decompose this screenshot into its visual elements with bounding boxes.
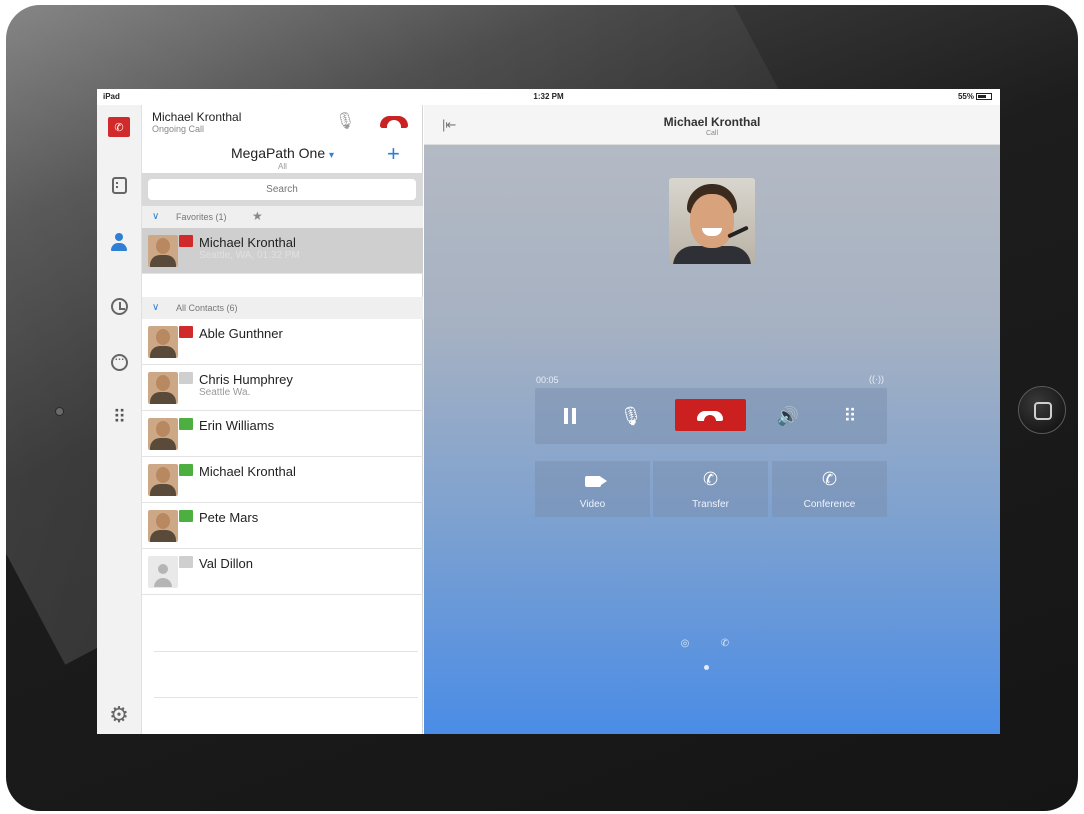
search-bar — [142, 173, 423, 206]
conference-icon: ✆ — [821, 469, 838, 489]
avatar — [148, 235, 178, 267]
presence-flag-icon — [179, 418, 193, 430]
contact-location: Seattle, WA, 01:32 PM — [199, 250, 300, 261]
contact-row[interactable]: Able Gunthner — [142, 319, 423, 365]
account-filter: All — [278, 162, 287, 171]
contact-row[interactable]: Chris Humphrey Seattle Wa. — [142, 365, 423, 411]
ongoing-call-banner[interactable]: Michael Kronthal Ongoing Call 🎙 — [142, 105, 423, 137]
video-label: Video — [579, 499, 606, 510]
transfer-icon: ✆ — [702, 469, 719, 489]
ongoing-call-name: Michael Kronthal — [152, 110, 242, 124]
contacts-panel: Michael Kronthal Ongoing Call 🎙 MegaPath… — [142, 105, 423, 734]
home-button[interactable] — [1018, 386, 1066, 434]
call-header: |⇤ Michael Kronthal Call — [424, 105, 1000, 145]
dialpad-icon[interactable]: ⠿ — [107, 405, 131, 429]
call-controls: 🎙 🔊 ⠿ — [535, 388, 887, 444]
phone-page-icon[interactable]: ✆ — [716, 635, 734, 653]
video-button[interactable]: Video — [535, 461, 650, 517]
contacts-icon[interactable] — [107, 230, 131, 254]
contact-row-favorite[interactable]: Michael Kronthal Seattle, WA, 01:32 PM — [142, 228, 423, 274]
presence-flag-icon — [179, 464, 193, 476]
call-subtitle: Call — [705, 130, 719, 137]
conference-button[interactable]: ✆ Conference — [772, 461, 887, 517]
call-timer: 00:05 — [536, 375, 559, 385]
clock: 1:32 PM — [533, 92, 564, 101]
contact-name: Michael Kronthal — [199, 235, 296, 250]
page-indicator-icons: ◎ ✆ — [676, 635, 746, 655]
chevron-down-icon: ∨ — [152, 211, 160, 222]
contact-name: Michael Kronthal — [199, 464, 296, 479]
call-contact-name: Michael Kronthal — [663, 115, 761, 129]
contact-name: Able Gunthner — [199, 326, 283, 341]
mute-icon[interactable]: 🎙 — [606, 388, 656, 444]
add-contact-button[interactable]: + — [387, 141, 400, 167]
call-quality-icon: ((·)) — [869, 374, 884, 384]
call-actions: Video ✆ Transfer ✆ Conference — [535, 461, 887, 517]
call-panel: |⇤ Michael Kronthal Call 00:05 ((·)) 🎙 🔊… — [424, 105, 1000, 734]
contact-row[interactable]: Erin Williams — [142, 411, 423, 457]
contact-name: Val Dillon — [199, 556, 253, 571]
list-divider — [154, 651, 418, 652]
hangup-icon[interactable] — [380, 116, 408, 128]
battery-icon — [976, 93, 992, 101]
ongoing-call-status: Ongoing Call — [152, 124, 205, 134]
gear-icon[interactable]: ⚙ — [107, 702, 131, 727]
settings-page-icon[interactable]: ◎ — [676, 635, 694, 653]
transfer-button[interactable]: ✆ Transfer — [653, 461, 768, 517]
avatar — [148, 418, 178, 450]
avatar — [148, 510, 178, 542]
avatar — [148, 372, 178, 404]
presence-flag-icon — [179, 510, 193, 522]
search-input[interactable] — [148, 179, 416, 200]
contact-location: Seattle Wa. — [199, 387, 251, 398]
mute-icon[interactable]: 🎙 — [335, 111, 355, 133]
keypad-icon[interactable]: ⠿ — [825, 388, 875, 444]
conference-label: Conference — [803, 499, 856, 510]
page-dot — [704, 665, 709, 670]
video-camera-icon — [584, 476, 601, 487]
front-camera — [55, 407, 64, 416]
presence-flag-icon — [179, 326, 193, 338]
caller-photo — [669, 178, 755, 264]
presence-flag-icon — [179, 556, 193, 568]
avatar — [148, 326, 178, 358]
presence-flag-icon — [179, 235, 193, 247]
chevron-down-icon: ▾ — [329, 150, 335, 161]
avatar — [148, 464, 178, 496]
chat-icon[interactable] — [107, 350, 131, 374]
pause-icon[interactable] — [545, 388, 595, 444]
flag-icon[interactable]: ✆ — [108, 117, 130, 137]
chevron-down-icon: ∨ — [152, 302, 160, 313]
status-bar: iPad 1:32 PM 55% — [97, 89, 1000, 105]
contact-name: Pete Mars — [199, 510, 259, 525]
app-screen: iPad 1:32 PM 55% ✆ ⠿ ⚙ Michael Kronthal … — [97, 89, 1000, 734]
contact-name: Chris Humphrey — [199, 372, 293, 387]
end-call-button[interactable] — [675, 399, 746, 431]
star-icon: ★ — [252, 209, 263, 223]
battery-percent: 55% — [957, 92, 974, 101]
all-contacts-header[interactable]: ∨ All Contacts (6) — [142, 297, 423, 319]
contact-row[interactable]: Michael Kronthal — [142, 457, 423, 503]
avatar — [148, 556, 178, 588]
contact-row[interactable]: Pete Mars — [142, 503, 423, 549]
navigation-rail: ✆ ⠿ ⚙ — [97, 105, 142, 734]
contact-row[interactable]: Val Dillon — [142, 549, 423, 595]
transfer-label: Transfer — [692, 499, 729, 510]
building-icon[interactable] — [107, 173, 131, 197]
presence-flag-icon — [179, 372, 193, 384]
account-name: MegaPath One — [230, 145, 326, 161]
home-square-icon — [1034, 402, 1052, 420]
list-divider — [154, 697, 418, 698]
speaker-icon[interactable]: 🔊 — [763, 388, 813, 444]
favorites-header[interactable]: ∨ Favorites (1) ★ — [142, 206, 423, 228]
all-contacts-label: All Contacts (6) — [176, 303, 238, 313]
account-selector[interactable]: MegaPath One ▾ All + — [142, 137, 423, 173]
history-icon[interactable] — [107, 294, 131, 318]
contact-name: Erin Williams — [199, 418, 275, 433]
battery-indicator: 55% — [958, 92, 992, 101]
favorites-label: Favorites (1) — [176, 212, 227, 222]
